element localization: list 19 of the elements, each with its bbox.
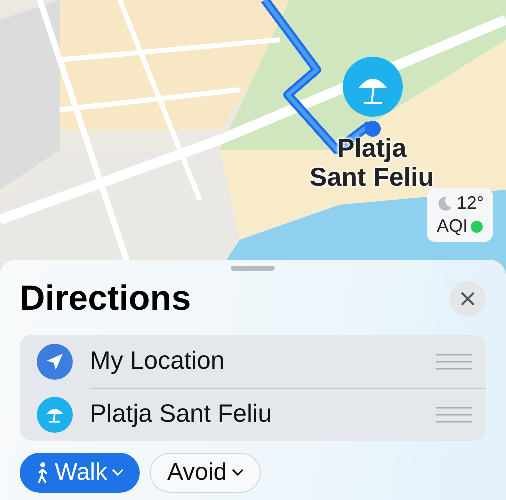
drag-handle[interactable] — [231, 266, 275, 271]
close-icon — [461, 292, 475, 306]
chevron-down-icon — [112, 469, 124, 477]
temperature: 12° — [456, 193, 484, 214]
reorder-handle-icon[interactable] — [436, 406, 472, 424]
chevron-down-icon — [232, 469, 244, 477]
beach-umbrella-icon — [37, 396, 73, 432]
transport-mode-button[interactable]: Walk — [20, 453, 140, 493]
stop-name[interactable]: Platja Sant Feliu — [90, 388, 486, 441]
close-button[interactable] — [450, 281, 486, 317]
walking-figure-icon — [36, 462, 50, 484]
weather-widget[interactable]: 12° AQI — [427, 188, 493, 242]
moon-icon — [436, 194, 454, 212]
stop-name[interactable]: My Location — [90, 334, 486, 388]
aqi-indicator-icon — [471, 220, 483, 232]
avoid-button[interactable]: Avoid — [150, 453, 262, 493]
sheet-title: Directions — [20, 279, 192, 319]
reorder-handle-icon[interactable] — [436, 352, 472, 370]
aqi-label: AQI — [436, 216, 468, 237]
